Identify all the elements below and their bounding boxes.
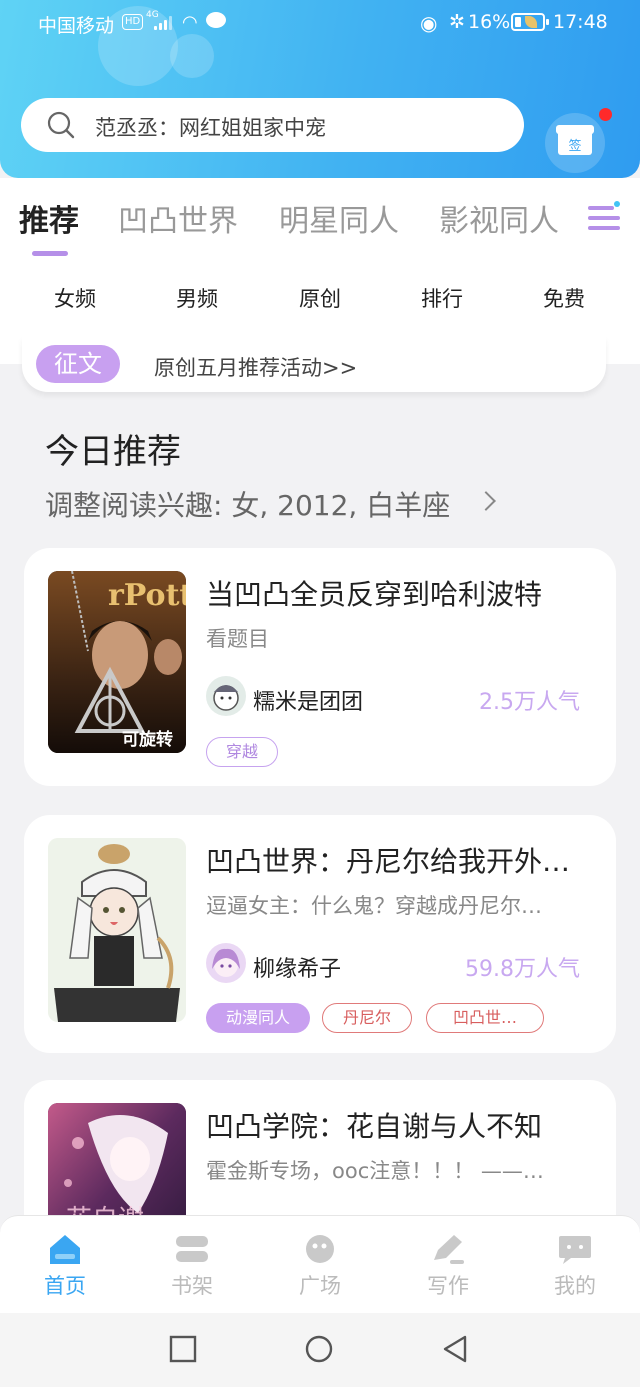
nav-label: 广场 [299, 1274, 341, 1298]
bluetooth-icon: ✲ [449, 11, 465, 33]
pen-icon [434, 1235, 464, 1264]
book-description: 霍金斯专场，ooc注意！！！ ——… [206, 1159, 544, 1183]
book-cover [48, 838, 186, 1022]
chat-icon [559, 1236, 591, 1264]
bookshelf-icon [176, 1236, 208, 1262]
chevron-right-icon [476, 491, 496, 511]
header: 中国移动 HD 4G ◠ ◉ ✲ 16% 17:48 范丞丞：网红姐姐家中宠 签 [0, 0, 640, 178]
notification-dot [599, 108, 612, 121]
subnav-free[interactable]: 免费 [519, 283, 609, 313]
book-title: 凹凸学院：花自谢与人不知 [206, 1110, 543, 1143]
sign-in-label: 签 [568, 139, 582, 154]
author-avatar [206, 943, 246, 983]
bottom-nav: 首页 书架 广场 写作 我的 [0, 1215, 640, 1313]
book-cover-image [48, 838, 186, 1022]
reading-interest-link[interactable]: 调整阅读兴趣: 女, 2012, 白羊座 [45, 484, 450, 524]
nav-label: 书架 [171, 1274, 213, 1298]
nav-write[interactable]: 写作 [403, 1232, 493, 1300]
eye-comfort-icon: ◉ [420, 11, 438, 35]
clock: 17:48 [553, 11, 608, 33]
book-card[interactable]: rPott 可旋转 当凹凸全员反穿到哈利波特 看题目 糯米是团团 2.5万人气 … [24, 548, 616, 786]
system-nav-bar [0, 1313, 640, 1387]
wifi-icon: ◠ [182, 12, 198, 33]
nav-label: 写作 [427, 1274, 469, 1298]
search-input[interactable]: 范丞丞：网红姐姐家中宠 [21, 98, 524, 152]
subnav-male[interactable]: 男频 [152, 283, 242, 313]
contest-badge: 征文 [36, 345, 120, 383]
back-icon[interactable] [441, 1335, 469, 1363]
message-icon [206, 12, 226, 28]
book-tag[interactable]: 凹凸世… [426, 1003, 544, 1033]
home-circle-icon[interactable] [305, 1335, 333, 1363]
recent-apps-icon[interactable] [169, 1335, 197, 1363]
popularity-count: 59.8万人气 [465, 957, 580, 982]
nav-label: 我的 [554, 1274, 596, 1298]
svg-text:rPott: rPott [108, 578, 186, 613]
contest-notice[interactable]: 征文 原创五月推荐活动>> [22, 336, 606, 392]
tab-aotu-world[interactable]: 凹凸世界 [118, 196, 238, 240]
battery-icon [511, 13, 549, 31]
search-placeholder: 范丞丞：网红姐姐家中宠 [95, 116, 326, 140]
book-tag[interactable]: 动漫同人 [206, 1003, 310, 1033]
search-icon [47, 111, 75, 139]
book-description: 看题目 [206, 627, 269, 651]
sign-in-button[interactable]: 签 [545, 108, 612, 173]
section-title: 今日推荐 [45, 432, 181, 472]
home-icon [50, 1235, 80, 1264]
subnav-female[interactable]: 女频 [30, 283, 120, 313]
signal-icon [154, 14, 176, 30]
carrier-label: 中国移动 [38, 15, 115, 37]
popularity-count: 2.5万人气 [479, 690, 580, 715]
battery-percent: 16% [468, 11, 511, 33]
nav-bookshelf[interactable]: 书架 [147, 1232, 237, 1300]
hd-badge: HD [122, 14, 144, 30]
nav-mine[interactable]: 我的 [530, 1232, 620, 1300]
book-title: 当凹凸全员反穿到哈利波特 [206, 578, 543, 611]
tab-active-indicator [32, 251, 68, 256]
author-name: 糯米是团团 [253, 690, 364, 715]
author-avatar [206, 676, 246, 716]
nav-square[interactable]: 广场 [275, 1232, 365, 1300]
nav-home[interactable]: 首页 [20, 1232, 110, 1300]
planet-icon [306, 1235, 334, 1263]
book-tag[interactable]: 穿越 [206, 737, 278, 767]
cover-caption: 可旋转 [122, 730, 173, 750]
gift-icon: 签 [556, 108, 612, 155]
status-bar: 中国移动 HD 4G ◠ ◉ ✲ 16% 17:48 [0, 0, 640, 46]
tab-film-fanfic[interactable]: 影视同人 [439, 196, 559, 240]
subnav-ranking[interactable]: 排行 [397, 283, 487, 313]
book-card[interactable]: 凹凸世界：丹尼尔给我开外… 逗逼女主：什么鬼？穿越成丹尼尔… 柳缘希子 59.8… [24, 815, 616, 1053]
tab-celebrity-fanfic[interactable]: 明星同人 [279, 196, 399, 240]
book-tag[interactable]: 丹尼尔 [322, 1003, 412, 1033]
tab-recommend[interactable]: 推荐 [19, 196, 79, 240]
subnav-original[interactable]: 原创 [275, 283, 365, 313]
author-name: 柳缘希子 [253, 957, 342, 982]
nav-label: 首页 [44, 1274, 86, 1298]
book-description: 逗逼女主：什么鬼？穿越成丹尼尔… [206, 894, 542, 918]
contest-text: 原创五月推荐活动>> [154, 356, 358, 380]
book-title: 凹凸世界：丹尼尔给我开外… [206, 845, 571, 878]
category-menu-icon[interactable] [588, 201, 620, 233]
